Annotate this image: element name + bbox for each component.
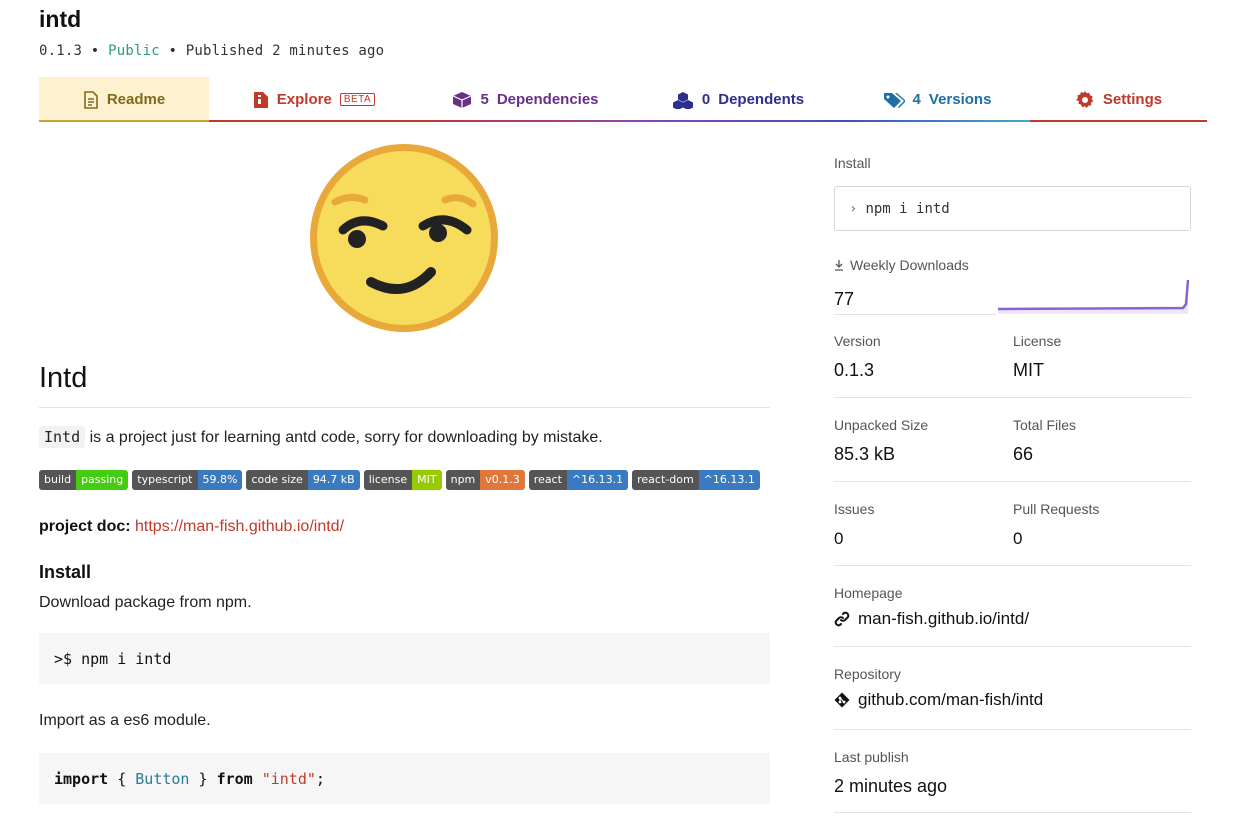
separator: •	[168, 43, 178, 59]
import-text: Import as a es6 module.	[39, 712, 211, 729]
chevron-right-icon: ›	[849, 200, 858, 217]
tab-label: Dependents	[718, 91, 805, 108]
file-icon	[84, 90, 98, 109]
install-code-block: >$ npm i intd	[39, 633, 770, 684]
badge-license[interactable]: license MIT	[363, 470, 442, 490]
visibility-text: Public	[108, 43, 160, 59]
code-identifier: Button	[135, 769, 190, 788]
tab-count: 4	[912, 91, 921, 108]
code-punct: }	[189, 769, 217, 788]
unpacked-size-value: 85.3 kB	[834, 444, 896, 464]
code-keyword: from	[216, 769, 253, 788]
beta-badge: BETA	[339, 93, 376, 106]
tab-label: Settings	[1102, 91, 1163, 108]
install-text: Download package from npm.	[39, 594, 252, 611]
last-publish-label: Last publish	[834, 749, 909, 765]
code-punct: {	[108, 769, 136, 788]
issues-value[interactable]: 0	[834, 529, 843, 549]
code-keyword: import	[54, 769, 109, 788]
unpacked-size-label: Unpacked Size	[834, 417, 929, 433]
version-label: Version	[834, 333, 881, 349]
badge-code-size[interactable]: code size 94.7 kB	[246, 470, 360, 490]
install-command: npm i intd	[865, 200, 950, 217]
tab-versions[interactable]: 4 Versions	[844, 77, 1030, 122]
box-icon	[453, 91, 472, 108]
tab-count: 5	[480, 91, 489, 108]
pull-requests-label: Pull Requests	[1013, 501, 1100, 517]
tab-settings[interactable]: Settings	[1030, 77, 1207, 122]
badge-typescript[interactable]: typescript 59.8%	[132, 470, 243, 490]
divider	[834, 812, 1191, 813]
license-label: License	[1013, 333, 1062, 349]
total-files-label: Total Files	[1013, 417, 1077, 433]
tab-count: 0	[701, 91, 711, 108]
readme-heading: Intd	[39, 362, 88, 394]
project-doc-line: project doc: https://man-fish.github.io/…	[39, 518, 344, 536]
divider	[834, 729, 1191, 730]
version-text: 0.1.3	[39, 43, 83, 59]
tab-explore[interactable]: Explore BETA	[209, 77, 419, 122]
repository-label: Repository	[834, 666, 901, 682]
heading-divider	[39, 407, 770, 408]
badge-build[interactable]: build passing	[39, 470, 129, 490]
homepage-label: Homepage	[834, 585, 903, 601]
divider	[834, 397, 1191, 398]
repository-link[interactable]: github.com/man-fish/intd	[834, 690, 1043, 710]
doc-link[interactable]: https://man-fish.github.io/intd/	[135, 518, 344, 535]
license-value: MIT	[1013, 360, 1044, 380]
tab-label: Dependencies	[496, 91, 599, 108]
homepage-link[interactable]: man-fish.github.io/intd/	[834, 609, 1029, 629]
package-tabs: Readme Explore BETA 5 Dependencies 0 Dep…	[39, 77, 1207, 122]
last-publish-value: 2 minutes ago	[834, 776, 948, 796]
weekly-downloads-value: 77	[834, 289, 855, 309]
version-value: 0.1.3	[834, 360, 875, 380]
file-code-icon	[253, 91, 268, 108]
published-text: Published 2 minutes ago	[185, 43, 385, 59]
code-line: >$ npm i intd	[54, 649, 172, 668]
badge-react[interactable]: react ^16.13.1	[528, 470, 629, 490]
downloads-sparkline	[998, 279, 1190, 314]
git-icon	[834, 692, 850, 708]
tab-dependents[interactable]: 0 Dependents	[632, 77, 844, 122]
divider	[834, 646, 1191, 647]
divider	[834, 314, 996, 315]
tab-label: Versions	[928, 91, 992, 108]
install-label: Install	[834, 155, 871, 171]
total-files-value: 66	[1013, 444, 1034, 464]
divider	[834, 481, 1191, 482]
tab-label: Readme	[106, 91, 166, 108]
link-icon	[834, 611, 850, 627]
weekly-downloads-label: Weekly Downloads	[834, 257, 969, 273]
cubes-icon	[672, 91, 693, 109]
tab-readme[interactable]: Readme	[39, 77, 209, 122]
install-heading: Install	[39, 562, 92, 582]
tags-icon	[883, 92, 905, 108]
inline-code: Intd	[39, 426, 86, 448]
pull-requests-value[interactable]: 0	[1013, 529, 1022, 549]
gear-icon	[1075, 90, 1094, 108]
divider	[834, 565, 1191, 566]
import-code-block: import { Button } from "intd";	[39, 753, 770, 804]
smirking-face-image	[310, 144, 498, 332]
badge-npm[interactable]: npm v0.1.3	[445, 470, 525, 490]
tab-label: Explore	[276, 91, 332, 108]
install-command-box[interactable]: › npm i intd	[834, 186, 1191, 231]
download-icon	[835, 260, 843, 271]
badge-react-dom[interactable]: react-dom ^16.13.1	[632, 470, 760, 490]
issues-label: Issues	[834, 501, 875, 517]
description-text: is a project just for learning antd code…	[89, 429, 603, 446]
code-string: "intd"	[261, 769, 316, 788]
code-punct: ;	[315, 769, 325, 788]
package-meta: 0.1.3 • Public • Published 2 minutes ago	[39, 43, 384, 59]
separator: •	[90, 43, 100, 59]
package-title: intd	[39, 6, 82, 32]
tab-dependencies[interactable]: 5 Dependencies	[419, 77, 632, 122]
readme-description: Intd is a project just for learning antd…	[39, 426, 603, 448]
badge-row: build passing typescript 59.8% code size 94…	[39, 470, 760, 490]
doc-label: project doc:	[39, 518, 131, 535]
